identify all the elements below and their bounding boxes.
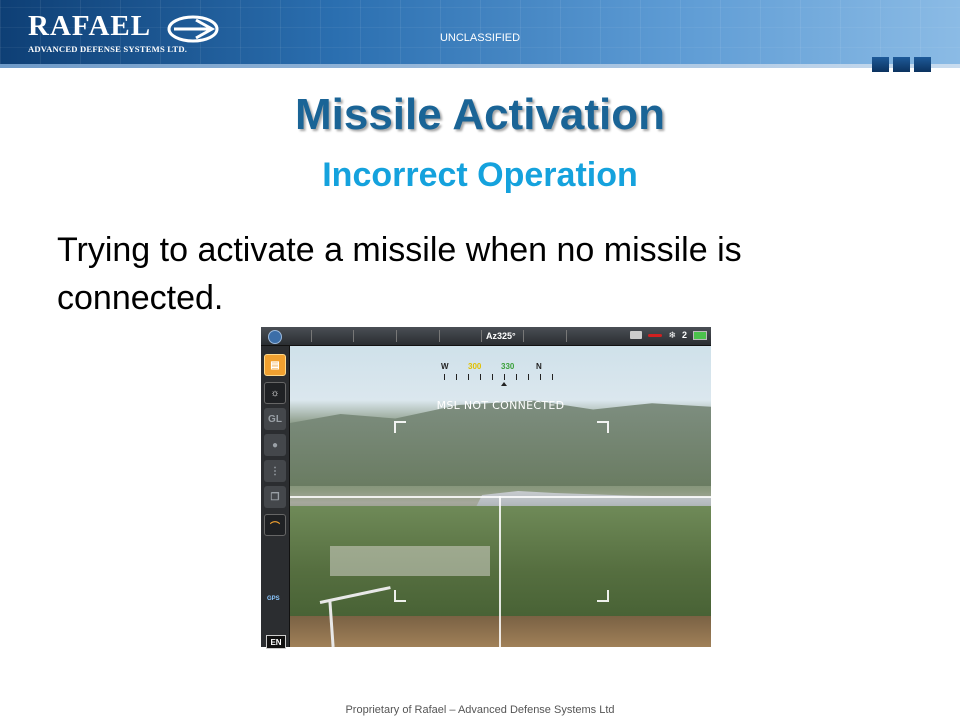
topbar-divider xyxy=(566,330,567,342)
target-bracket-bottom-right xyxy=(597,590,609,602)
device-top-bar: Az325° ❄ 2 xyxy=(261,327,711,346)
rafael-logo: RAFAEL ADVANCED DEFENSE SYSTEMS LTD. xyxy=(28,10,219,58)
target-bracket-top-right xyxy=(597,421,609,433)
status-icons: ❄ 2 xyxy=(630,330,707,340)
trajectory-icon: ⌒ xyxy=(270,521,280,533)
corner-square xyxy=(893,57,910,72)
gps-indicator: GPS xyxy=(267,596,280,602)
trajectory-button[interactable]: ⌒ xyxy=(264,514,286,536)
compass-tape: W 300 330 N xyxy=(438,362,568,388)
missile-status-icon xyxy=(648,333,663,337)
brightness-button[interactable]: ☼ xyxy=(264,382,286,404)
gl-label: GL xyxy=(268,413,282,425)
language-button[interactable]: EN xyxy=(266,635,286,649)
camera-view: W 300 330 N MSL NOT CONNECTED xyxy=(290,346,711,647)
topbar-divider xyxy=(481,330,482,342)
corner-square xyxy=(872,57,889,72)
target-bracket-top-left xyxy=(394,421,406,433)
compass-label-w: W xyxy=(441,362,449,371)
overlay-button[interactable]: ⋮ xyxy=(264,460,286,482)
corner-squares-decoration xyxy=(872,57,931,72)
slide-title: Missile Activation xyxy=(294,90,666,139)
compass-label-n: N xyxy=(536,362,542,371)
zoom-level: 2 xyxy=(681,330,687,340)
compass-tick xyxy=(480,374,481,380)
topbar-divider xyxy=(396,330,397,342)
compass-tick xyxy=(492,374,493,380)
missile-warning-message: MSL NOT CONNECTED xyxy=(436,399,565,412)
compass-pointer-icon xyxy=(501,382,507,386)
camera-icon xyxy=(630,331,643,339)
filter-icon: ● xyxy=(271,439,279,451)
compass-tick xyxy=(552,374,553,380)
logo-wordmark: RAFAEL xyxy=(28,10,152,42)
slide-subtitle: Incorrect Operation xyxy=(322,156,638,194)
header-banner: RAFAEL ADVANCED DEFENSE SYSTEMS LTD. UNC… xyxy=(0,0,960,68)
windows-button[interactable]: ❐ xyxy=(264,486,286,508)
topbar-divider xyxy=(523,330,524,342)
mode-button[interactable]: ▤ xyxy=(264,354,286,376)
compass-label-330: 330 xyxy=(501,362,515,371)
compass-tick xyxy=(528,374,529,380)
ground-lot xyxy=(330,546,490,576)
topbar-divider xyxy=(439,330,440,342)
compass-tick xyxy=(516,374,517,380)
windows-icon: ❐ xyxy=(270,491,280,503)
clock-readout: 13:58 xyxy=(265,652,283,659)
azimuth-readout: Az325° xyxy=(486,331,516,341)
topbar-divider xyxy=(353,330,354,342)
brightness-icon: ☼ xyxy=(270,387,280,399)
overlay-icon: ⋮ xyxy=(270,465,280,477)
mode-icon: ▤ xyxy=(270,359,280,371)
compass-tick xyxy=(468,374,469,380)
device-sidebar: ▤ ☼ GL ● ⋮ ❐ ⌒ GPS EN 13:58 xyxy=(261,346,290,659)
rafael-emblem-icon xyxy=(167,15,219,43)
compass-tick xyxy=(444,374,445,380)
compass-tick xyxy=(456,374,457,380)
compass-label-300: 300 xyxy=(468,362,482,371)
battery-icon xyxy=(693,330,707,340)
gl-button[interactable]: GL xyxy=(264,408,286,430)
footer-text: Proprietary of Rafael – Advanced Defense… xyxy=(345,704,615,716)
banner-stripe xyxy=(0,64,960,68)
navigation-up-icon[interactable] xyxy=(268,330,282,344)
slide-body-text: Trying to activate a missile when no mis… xyxy=(57,231,742,317)
classification-label: UNCLASSIFIED xyxy=(439,32,521,44)
device-screenshot: Az325° ❄ 2 ▤ ☼ GL ● ⋮ ❐ ⌒ GPS EN 13:58 W… xyxy=(261,327,711,659)
corner-square xyxy=(914,57,931,72)
topbar-divider xyxy=(311,330,312,342)
crosshair-vertical xyxy=(499,496,501,647)
filter-button[interactable]: ● xyxy=(264,434,286,456)
snowflake-icon: ❄ xyxy=(668,329,676,340)
compass-tick xyxy=(504,374,505,380)
target-bracket-bottom-left xyxy=(394,590,406,602)
compass-tick xyxy=(540,374,541,380)
logo-subtitle: ADVANCED DEFENSE SYSTEMS LTD. xyxy=(28,44,188,54)
